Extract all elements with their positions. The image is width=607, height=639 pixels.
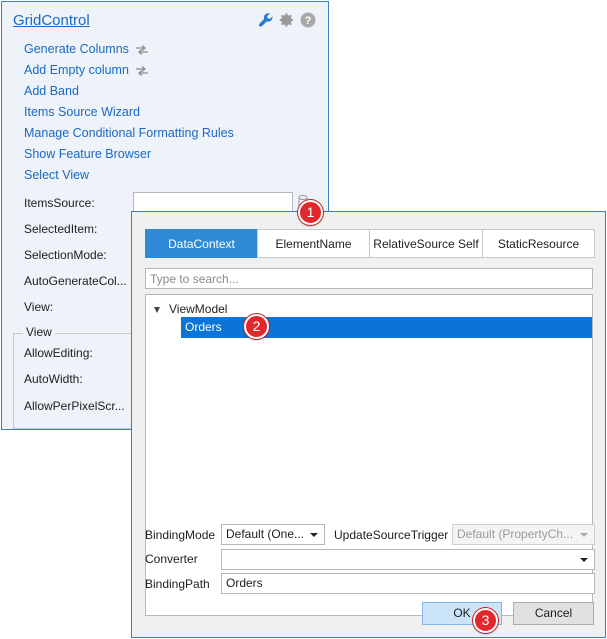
updatesourcetrigger-select[interactable]: Default (PropertyCh... bbox=[452, 524, 595, 545]
wrench-icon[interactable] bbox=[258, 12, 274, 28]
tree-node-orders[interactable]: Orders bbox=[181, 317, 592, 338]
chevron-down-icon bbox=[580, 533, 588, 537]
bindingmode-select[interactable]: Default (One... bbox=[221, 524, 325, 545]
converter-label: Converter bbox=[145, 552, 198, 566]
tree-node-label: ViewModel bbox=[169, 302, 228, 316]
tab-elementname[interactable]: ElementName bbox=[257, 229, 370, 258]
bindingmode-label: BindingMode bbox=[145, 528, 216, 542]
manage-conditional-formatting-link[interactable]: Manage Conditional Formatting Rules bbox=[24, 123, 234, 144]
callout-badge-1: 1 bbox=[298, 200, 323, 225]
cancel-button[interactable]: Cancel bbox=[513, 602, 594, 625]
binding-editor-popup: DataContext ElementName RelativeSource S… bbox=[131, 211, 606, 638]
gear-icon[interactable] bbox=[279, 12, 295, 28]
prop-label-selectionmode: SelectionMode: bbox=[24, 248, 107, 262]
bindingpath-input[interactable]: Orders bbox=[221, 573, 595, 594]
binding-source-tabs: DataContext ElementName RelativeSource S… bbox=[145, 229, 595, 258]
select-view-link[interactable]: Select View bbox=[24, 165, 234, 186]
svg-text:?: ? bbox=[305, 15, 312, 27]
prop-label-autowidth: AutoWidth: bbox=[24, 372, 83, 386]
converter-select[interactable] bbox=[221, 549, 595, 570]
bindingpath-label: BindingPath bbox=[145, 577, 210, 591]
updatesourcetrigger-label: UpdateSourceTrigger bbox=[334, 528, 449, 542]
bindingpath-value: Orders bbox=[226, 576, 263, 590]
prop-label-itemssource: ItemsSource: bbox=[24, 196, 95, 210]
add-band-link[interactable]: Add Band bbox=[24, 81, 234, 102]
callout-badge-3: 3 bbox=[473, 608, 498, 633]
prop-label-allowediting: AllowEditing: bbox=[24, 346, 93, 360]
view-group-label: View bbox=[23, 325, 55, 339]
tab-datacontext[interactable]: DataContext bbox=[145, 229, 258, 258]
tab-staticresource[interactable]: StaticResource bbox=[482, 229, 595, 258]
chevron-down-icon bbox=[580, 558, 588, 562]
tree-node-viewmodel[interactable]: ViewModel bbox=[154, 301, 227, 317]
bindingmode-value: Default (One... bbox=[226, 527, 305, 541]
prop-label-autogeneratecolumns: AutoGenerateCol... bbox=[24, 274, 127, 288]
actions-list: Generate Columns Add Empty column Add Ba… bbox=[24, 39, 234, 186]
tab-relativesource-self[interactable]: RelativeSource Self bbox=[369, 229, 483, 258]
action-label: Add Empty column bbox=[24, 63, 129, 77]
search-input[interactable] bbox=[145, 268, 593, 289]
prop-label-allowperpixelscrolling: AllowPerPixelScr... bbox=[24, 399, 125, 413]
updatesourcetrigger-value: Default (PropertyCh... bbox=[457, 527, 574, 541]
panel-title-link[interactable]: GridControl bbox=[13, 12, 90, 29]
show-feature-browser-link[interactable]: Show Feature Browser bbox=[24, 144, 234, 165]
prop-label-view: View: bbox=[24, 300, 54, 314]
generate-columns-link[interactable]: Generate Columns bbox=[24, 39, 234, 60]
sync-icon bbox=[135, 44, 148, 55]
help-icon[interactable]: ? bbox=[300, 12, 316, 28]
action-label: Generate Columns bbox=[24, 42, 129, 56]
prop-label-selecteditem: SelectedItem: bbox=[24, 222, 98, 236]
callout-badge-2: 2 bbox=[244, 314, 269, 339]
expander-icon[interactable] bbox=[154, 307, 160, 313]
header-icons: ? bbox=[258, 12, 316, 28]
itemssource-input[interactable] bbox=[133, 192, 293, 213]
items-source-wizard-link[interactable]: Items Source Wizard bbox=[24, 102, 234, 123]
chevron-down-icon bbox=[310, 533, 318, 537]
sync-icon bbox=[135, 65, 148, 76]
add-empty-column-link[interactable]: Add Empty column bbox=[24, 60, 234, 81]
